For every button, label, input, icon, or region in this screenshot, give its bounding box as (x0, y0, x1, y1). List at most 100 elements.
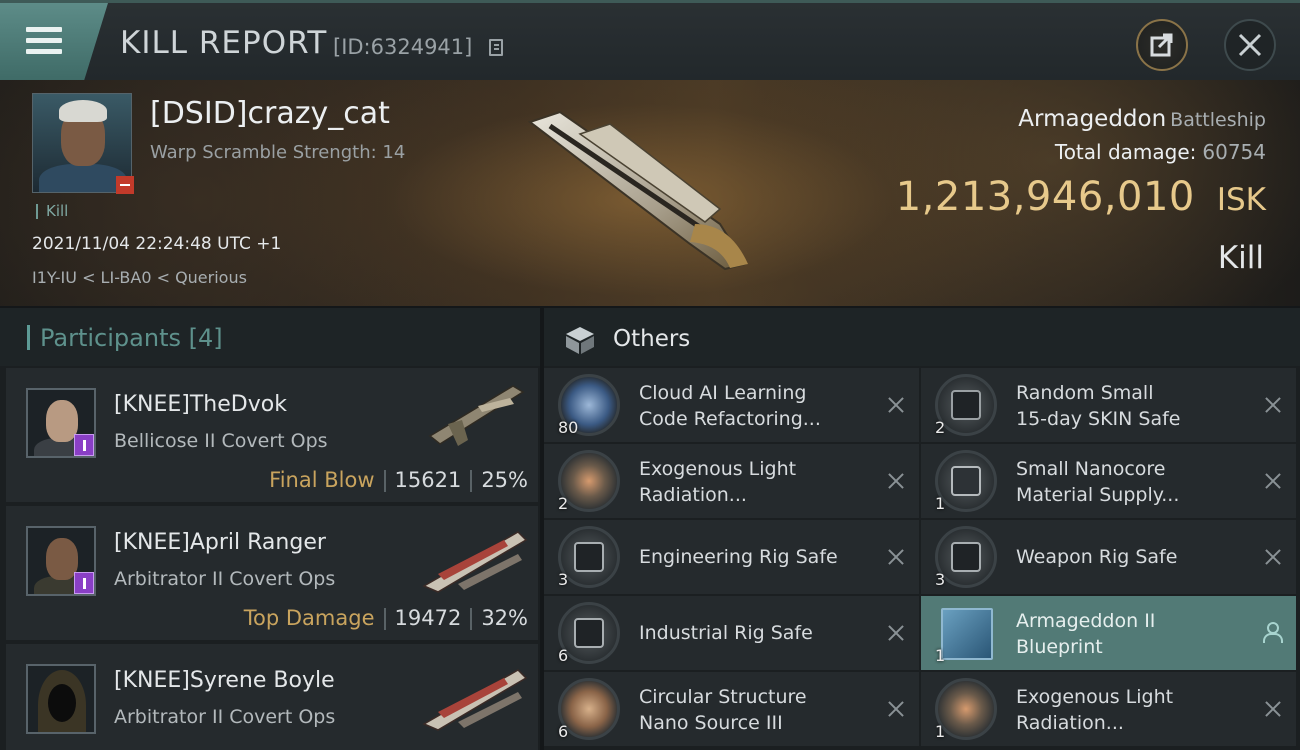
item-quantity: 1 (935, 722, 946, 741)
warp-scramble-strength: Warp Scramble Strength: 14 (150, 142, 406, 163)
isk-value: 1,213,946,010 ISK (896, 174, 1266, 220)
participant-damage: 19472 (394, 606, 462, 630)
copy-icon[interactable] (489, 39, 503, 56)
role-badge-icon (74, 434, 94, 456)
kill-banner: [DSID]crazy_cat Warp Scramble Strength: … (0, 80, 1300, 306)
item-name: Industrial Rig Safe (639, 622, 813, 644)
participant-name: [KNEE]April Ranger (114, 530, 326, 555)
item-name: Cloud AI Learning Code Refactoring... (639, 382, 821, 430)
victim-ship-image (527, 110, 748, 271)
item-name: Exogenous Light Radiation... (1016, 686, 1174, 734)
kill-type-tag: Kill (36, 204, 68, 219)
list-item[interactable]: 1 Exogenous Light Radiation... (921, 672, 1296, 746)
participant-ship-image (422, 669, 528, 731)
ship-class: Battleship (1170, 109, 1266, 131)
standing-negative-icon (116, 176, 134, 194)
participants-count: [4] (188, 324, 223, 352)
item-name: Weapon Rig Safe (1016, 546, 1178, 568)
item-quantity: 6 (558, 646, 569, 665)
page-title: KILL REPORT (120, 25, 328, 61)
remove-icon[interactable] (886, 699, 906, 719)
participant-percent: 25% (481, 468, 528, 492)
victim-name[interactable]: [DSID]crazy_cat (150, 96, 390, 131)
remove-icon[interactable] (886, 547, 906, 567)
item-quantity: 80 (558, 418, 579, 437)
total-damage: Total damage: 60754 (1055, 140, 1266, 164)
share-button[interactable] (1136, 19, 1188, 71)
list-item[interactable]: 6 Circular Structure Nano Source III (544, 672, 919, 746)
remove-icon[interactable] (1263, 471, 1283, 491)
blueprint-icon (941, 608, 993, 660)
list-item[interactable]: 1 Small Nanocore Material Supply... (921, 444, 1296, 518)
victim-ship-name[interactable]: Armageddon Battleship (1018, 106, 1266, 132)
ship-type: Armageddon (1018, 106, 1167, 132)
kill-result: Kill (1217, 240, 1264, 276)
isk-unit: ISK (1216, 182, 1266, 218)
others-panel: Others 80 Cloud AI Learning Code Refactor… (544, 308, 1300, 750)
others-header: Others (544, 308, 1300, 366)
participant-damage: 15621 (394, 468, 462, 492)
item-quantity: 3 (935, 570, 946, 589)
remove-icon[interactable] (1263, 699, 1283, 719)
item-quantity: 1 (935, 494, 946, 513)
list-item[interactable]: 3 Engineering Rig Safe (544, 520, 919, 594)
item-name: Circular Structure Nano Source III (639, 686, 807, 734)
avatar (26, 664, 96, 734)
item-quantity: 3 (558, 570, 569, 589)
item-quantity: 2 (558, 494, 569, 513)
item-name: Small Nanocore Material Supply... (1016, 458, 1180, 506)
participant-name: [KNEE]TheDvok (114, 392, 287, 417)
remove-icon[interactable] (886, 395, 906, 415)
participant-row[interactable]: [KNEE]Syrene Boyle Arbitrator II Covert … (6, 644, 538, 750)
menu-button[interactable] (0, 3, 108, 80)
isk-amount: 1,213,946,010 (895, 174, 1195, 220)
report-id: [ID:6324941] (333, 35, 473, 59)
others-label: Others (613, 326, 691, 352)
remove-icon[interactable] (886, 471, 906, 491)
item-name: Armageddon II Blueprint (1016, 610, 1156, 658)
item-quantity: 6 (558, 722, 569, 741)
list-item[interactable]: 2 Random Small 15-day SKIN Safe (921, 368, 1296, 442)
kill-location[interactable]: I1Y-IU < LI-BA0 < Querious (32, 268, 247, 287)
item-name: Engineering Rig Safe (639, 546, 838, 568)
participant-ship: Arbitrator II Covert Ops (114, 568, 336, 590)
kill-timestamp: 2021/11/04 22:24:48 UTC +1 (32, 234, 282, 254)
participants-label: Participants (40, 324, 181, 352)
list-item[interactable]: 6 Industrial Rig Safe (544, 596, 919, 670)
participant-ship-image (428, 385, 525, 446)
item-name: Exogenous Light Radiation... (639, 458, 797, 506)
participant-name: [KNEE]Syrene Boyle (114, 668, 335, 693)
remove-icon[interactable] (1263, 395, 1283, 415)
list-item-selected[interactable]: 1 Armageddon II Blueprint (921, 596, 1296, 670)
total-damage-value: 60754 (1202, 140, 1266, 164)
total-damage-label: Total damage: (1054, 140, 1197, 164)
menu-icon (26, 27, 64, 60)
item-quantity: 2 (935, 418, 946, 437)
participants-panel: Participants [4] [KNEE]TheDvok Bellicose… (0, 308, 540, 750)
role-badge-icon (74, 572, 94, 594)
share-icon (1150, 33, 1173, 57)
participant-stats: Top Damage 19472 32% (244, 606, 528, 630)
list-item[interactable]: 2 Exogenous Light Radiation... (544, 444, 919, 518)
remove-icon[interactable] (1263, 547, 1283, 567)
item-name: Random Small 15-day SKIN Safe (1016, 382, 1181, 430)
participants-header: Participants [4] (0, 308, 540, 366)
item-quantity: 1 (935, 646, 946, 665)
participant-percent: 32% (481, 606, 528, 630)
list-item[interactable]: 80 Cloud AI Learning Code Refactoring... (544, 368, 919, 442)
participant-row[interactable]: [KNEE]TheDvok Bellicose II Covert Ops Fi… (6, 368, 538, 502)
participant-ship: Bellicose II Covert Ops (114, 430, 328, 452)
participant-ship-image (422, 531, 528, 593)
user-icon[interactable] (1262, 622, 1283, 643)
participant-row[interactable]: [KNEE]April Ranger Arbitrator II Covert … (6, 506, 538, 640)
top-bar: KILL REPORT [ID:6324941] (0, 0, 1300, 80)
list-item[interactable]: 3 Weapon Rig Safe (921, 520, 1296, 594)
top-damage-tag: Top Damage (243, 606, 375, 630)
close-button[interactable] (1224, 19, 1276, 71)
final-blow-tag: Final Blow (269, 468, 375, 492)
box-icon (566, 327, 594, 354)
remove-icon[interactable] (886, 623, 906, 643)
participant-ship: Arbitrator II Covert Ops (114, 706, 336, 728)
close-icon (1238, 33, 1262, 57)
participant-stats: Final Blow 15621 25% (269, 468, 528, 492)
